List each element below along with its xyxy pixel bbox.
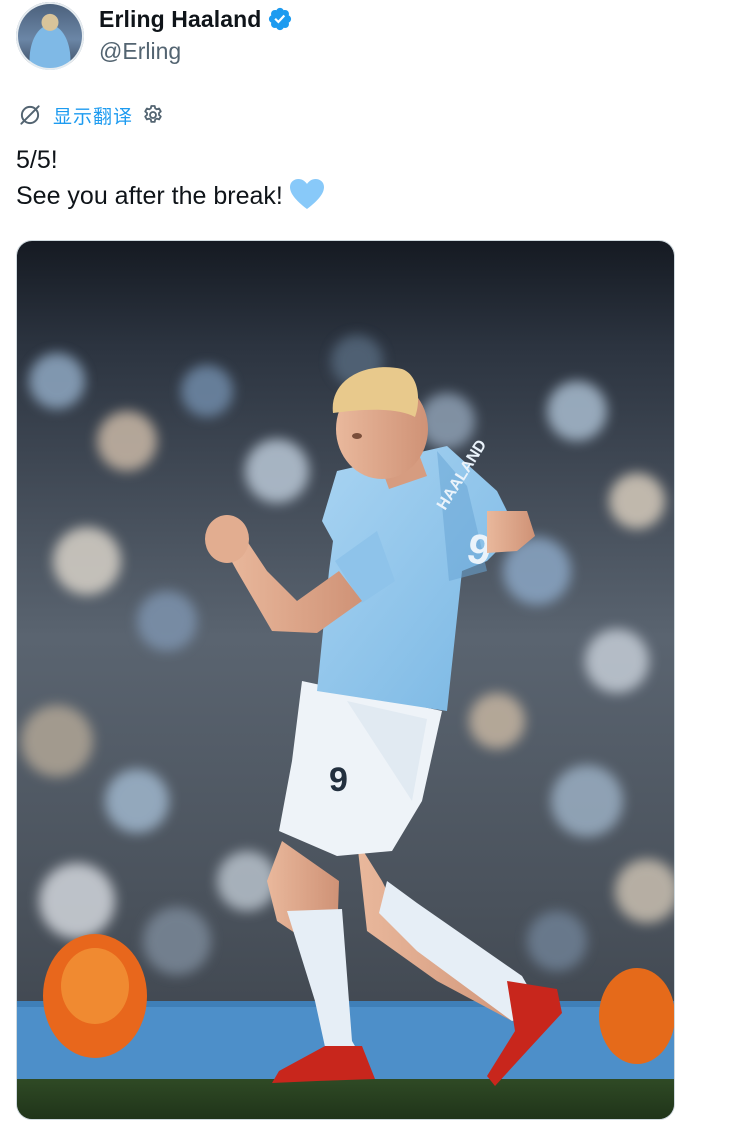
tweet-photo[interactable]: 9 9 HAALAND: [16, 240, 675, 1120]
user-names: Erling Haaland @Erling: [99, 3, 293, 65]
shorts-number: 9: [329, 761, 348, 799]
tweet-text-line-2-text: See you after the break!: [16, 182, 283, 210]
verified-badge-icon: [269, 7, 292, 31]
tweet-text-line-1: 5/5!: [16, 146, 58, 174]
tweet-header: Erling Haaland @Erling: [16, 2, 293, 70]
translate-row: 显示翻译: [17, 101, 165, 129]
photo-illustration: 9 9 HAALAND: [17, 241, 674, 1119]
tweet-text-line-2: See you after the break!: [16, 178, 325, 213]
tweet-card: Erling Haaland @Erling 显示翻译 5/5! See you…: [0, 0, 750, 1123]
avatar[interactable]: [16, 2, 84, 70]
tweet-text: 5/5! See you after the break!: [16, 143, 325, 213]
gear-icon[interactable]: [141, 103, 165, 127]
no-translate-icon: [20, 105, 40, 125]
display-name-row: Erling Haaland: [99, 3, 293, 35]
show-translation-link[interactable]: 显示翻译: [53, 102, 133, 129]
user-handle[interactable]: @Erling: [99, 38, 293, 65]
display-name[interactable]: Erling Haaland: [99, 6, 261, 33]
light-blue-heart-icon: [289, 179, 324, 209]
